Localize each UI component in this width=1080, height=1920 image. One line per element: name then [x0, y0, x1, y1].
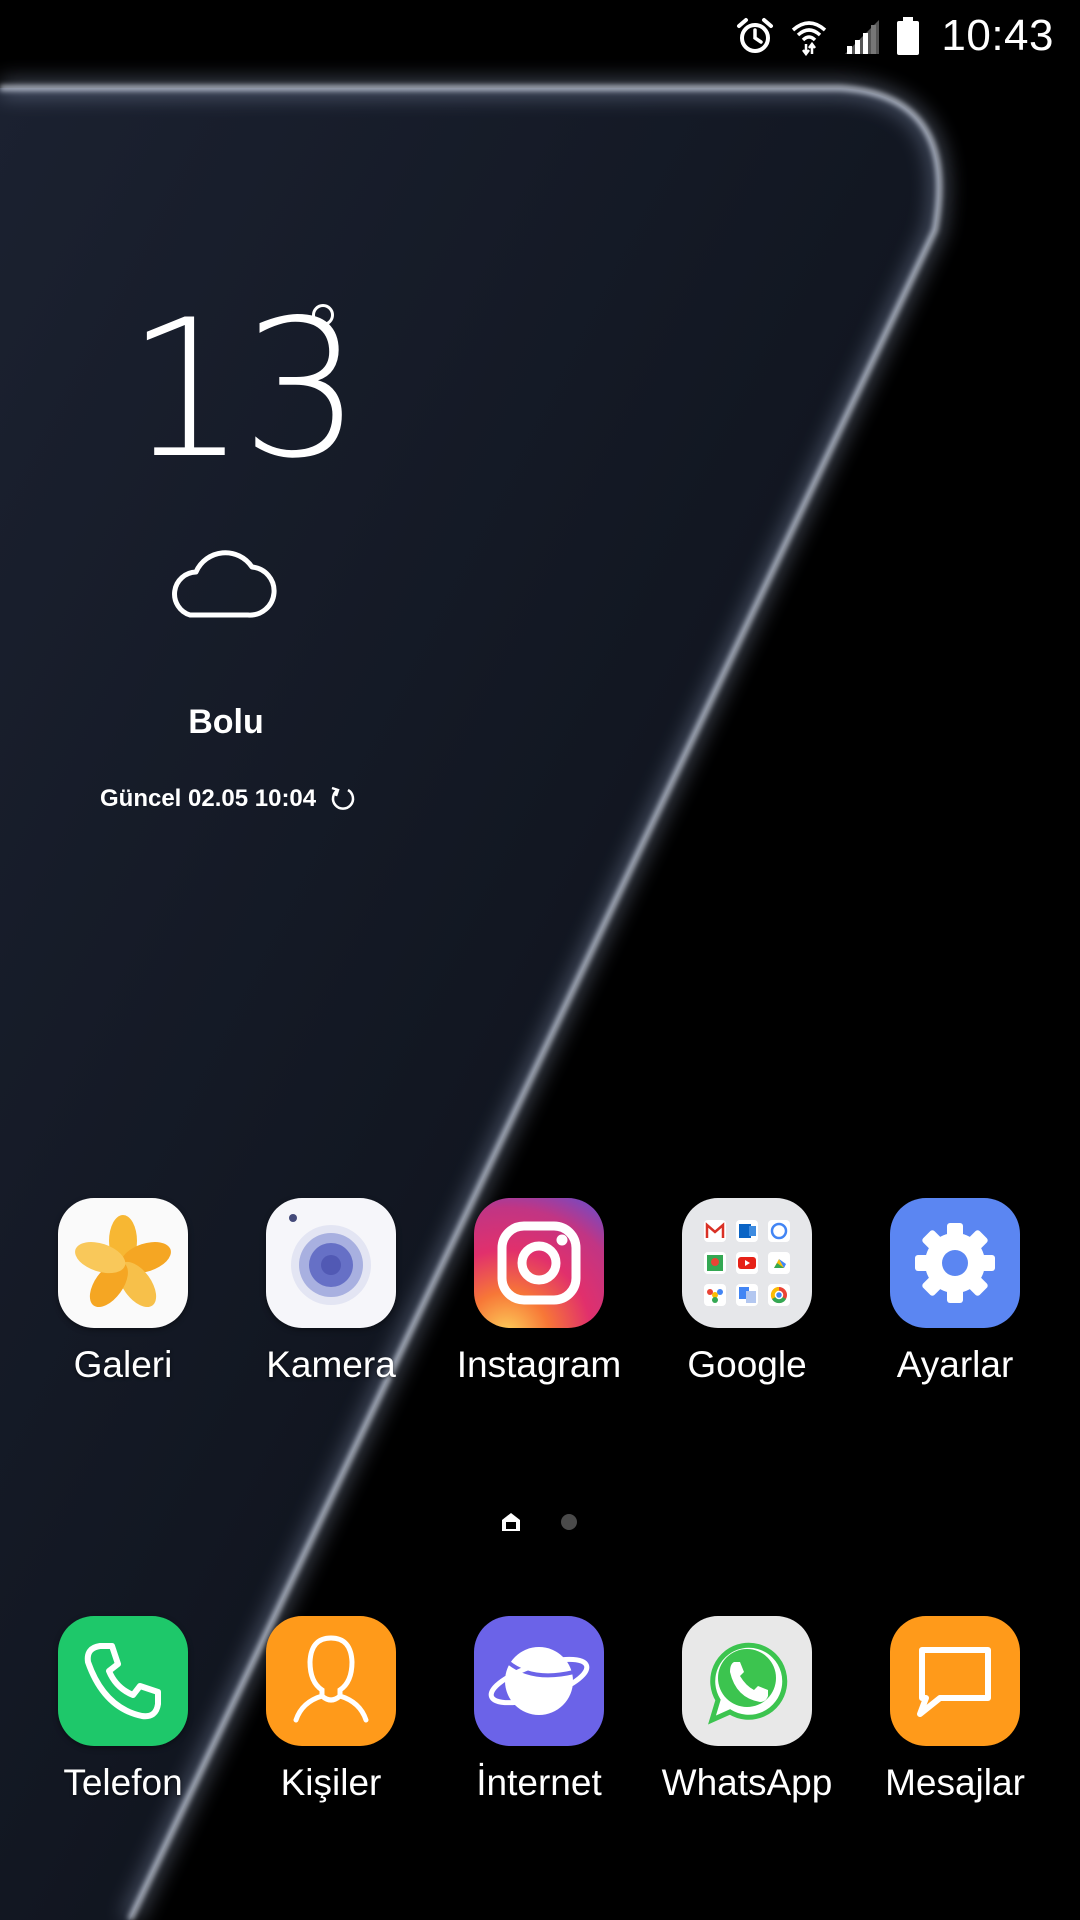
app-telefon[interactable]: Telefon [28, 1616, 218, 1804]
cloud-icon [172, 550, 277, 618]
internet-icon [474, 1616, 604, 1746]
phone-icon [58, 1616, 188, 1746]
app-label: Telefon [63, 1762, 183, 1803]
app-kisiler[interactable]: Kişiler [236, 1616, 426, 1804]
google-folder-icon [682, 1198, 812, 1328]
app-label: Kamera [266, 1344, 396, 1385]
weather-updated: Güncel 02.05 10:04 [100, 785, 356, 813]
battery-icon [897, 17, 920, 55]
home-page-indicator-icon[interactable] [499, 1510, 523, 1534]
temperature: 13 [126, 279, 362, 500]
signal-icon [845, 20, 880, 54]
weather-widget[interactable]: 13 Bolu Güncel 02.05 10:04 [90, 279, 362, 813]
app-label: Mesajlar [885, 1762, 1025, 1803]
app-kamera[interactable]: Kamera [236, 1198, 426, 1386]
contacts-icon [266, 1616, 396, 1746]
weather-city: Bolu [188, 703, 264, 741]
app-label: Ayarlar [896, 1344, 1014, 1385]
status-clock: 10:43 [941, 11, 1054, 60]
degree-symbol [312, 304, 334, 326]
app-ayarlar[interactable]: Ayarlar [860, 1198, 1050, 1386]
app-label: İnternet [476, 1762, 602, 1803]
alarm-icon [737, 18, 774, 53]
page-dot[interactable] [561, 1514, 577, 1530]
app-mesajlar[interactable]: Mesajlar [860, 1616, 1050, 1804]
app-galeri[interactable]: Galeri [28, 1198, 218, 1386]
app-instagram[interactable]: Instagram [444, 1198, 634, 1386]
whatsapp-icon [682, 1616, 812, 1746]
instagram-icon [474, 1198, 604, 1328]
gallery-icon [58, 1198, 188, 1328]
app-whatsapp[interactable]: WhatsApp [652, 1616, 842, 1804]
app-google-folder[interactable]: Google [652, 1198, 842, 1386]
app-label: WhatsApp [661, 1762, 833, 1803]
refresh-icon[interactable] [328, 785, 356, 813]
camera-icon [266, 1198, 396, 1328]
app-label: Kişiler [280, 1762, 382, 1803]
settings-icon [890, 1198, 1020, 1328]
status-bar: 10:43 [735, 0, 1080, 72]
app-label: Galeri [73, 1344, 173, 1385]
page-indicator [0, 1510, 1080, 1534]
weather-updated-text: Güncel 02.05 10:04 [100, 785, 317, 812]
app-internet[interactable]: İnternet [444, 1616, 634, 1804]
app-label: Instagram [456, 1344, 622, 1385]
wifi-icon [792, 21, 827, 56]
app-label: Google [687, 1344, 807, 1385]
messages-icon [890, 1616, 1020, 1746]
